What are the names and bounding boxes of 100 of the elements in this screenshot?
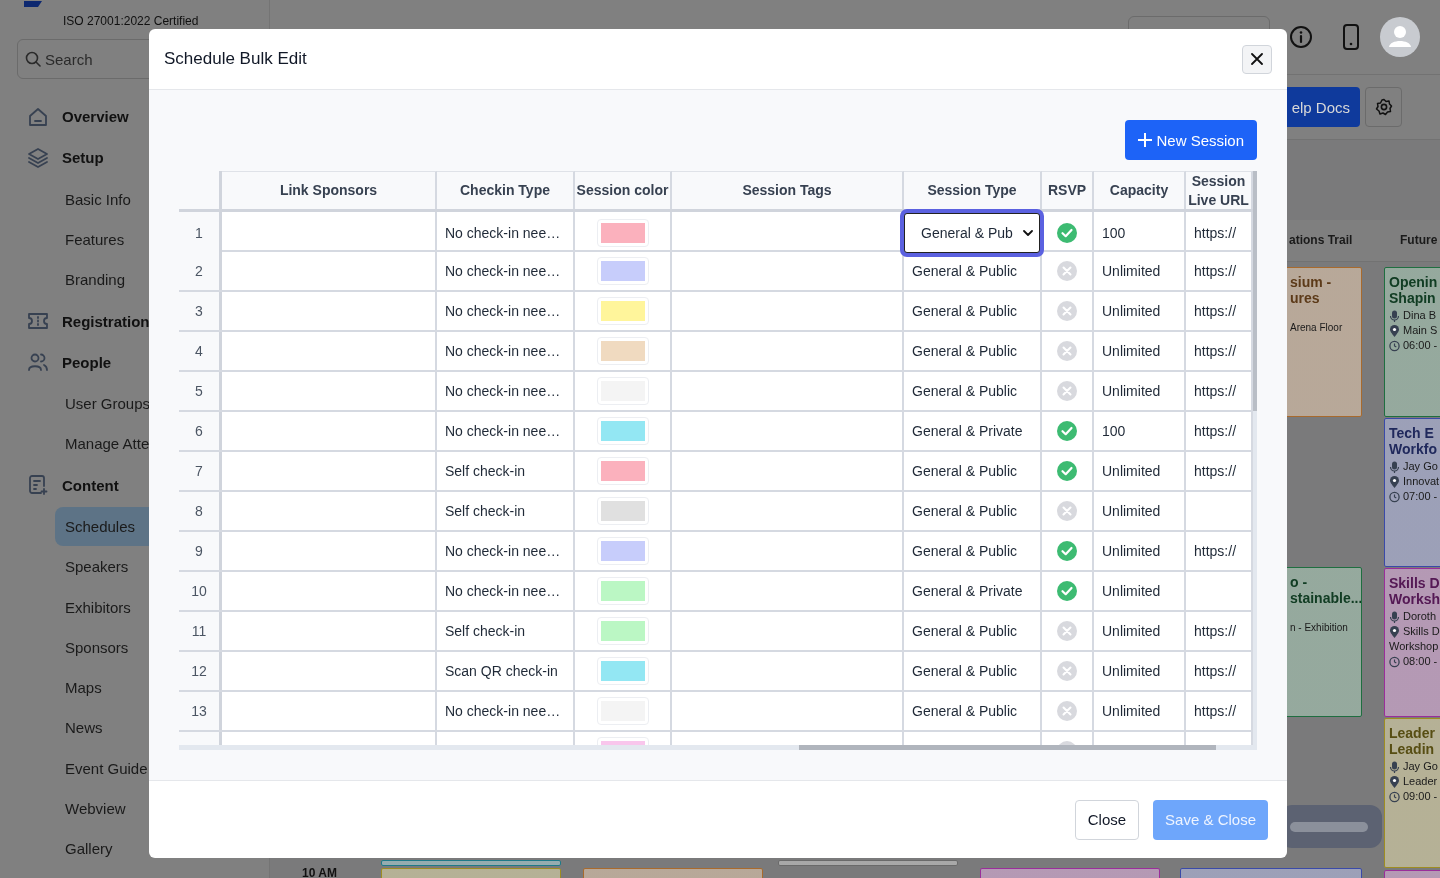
nav-item[interactable]: Setup	[17, 137, 217, 179]
event-card[interactable]: sium - ures Arena Floor	[1285, 267, 1362, 417]
certification-text: ISO 27001:2022 Certified	[63, 14, 200, 28]
event-detail: 06:00 -	[1403, 338, 1438, 353]
row-number: 7	[195, 463, 203, 479]
x-circle-icon[interactable]	[1057, 301, 1077, 321]
event-detail: Jay Go	[1403, 459, 1438, 474]
table-cell: 100	[1102, 224, 1126, 241]
table-cell: Unlimited	[1102, 583, 1161, 599]
settings-icon	[1374, 98, 1393, 116]
x-circle-icon[interactable]	[1057, 621, 1077, 641]
table-cell: Unlimited	[1102, 263, 1161, 279]
settings-button[interactable]	[1365, 87, 1402, 127]
x-circle-icon[interactable]	[1057, 701, 1077, 721]
table-cell: General & Public	[912, 663, 1018, 679]
check-circle-icon[interactable]	[1057, 461, 1077, 481]
table-cell: https://	[1194, 423, 1237, 439]
table-cell: General & Public	[912, 463, 1018, 479]
event-card[interactable]	[778, 860, 958, 866]
event-detail: Jay Go	[1403, 759, 1438, 774]
table-cell: https://	[1194, 663, 1237, 679]
event-detail: 09:00 -	[1403, 789, 1438, 804]
check-circle-icon[interactable]	[1057, 222, 1077, 243]
x-circle-icon[interactable]	[1057, 341, 1077, 361]
microphone-icon	[1389, 611, 1400, 623]
scrollbar-thumb[interactable]	[1253, 171, 1257, 411]
row-number: 8	[195, 503, 203, 519]
column-header: Checkin Type	[437, 171, 575, 209]
phone-icon[interactable]	[1342, 24, 1360, 50]
event-title: Openin Shapin	[1389, 274, 1439, 306]
event-card[interactable]	[381, 860, 561, 866]
table-cell: Unlimited	[1102, 383, 1161, 399]
location-pin-icon	[1389, 476, 1400, 488]
info-icon[interactable]	[1289, 25, 1313, 49]
plus-icon	[1138, 133, 1153, 147]
row-number: 3	[195, 303, 203, 319]
event-detail: Main S	[1403, 323, 1438, 338]
table-cell: No check-in nee…	[445, 303, 561, 319]
scrollbar-thumb[interactable]	[799, 745, 1216, 750]
location-pin-icon	[1389, 776, 1400, 788]
search-icon	[25, 51, 41, 67]
event-detail: Skills D	[1403, 624, 1440, 639]
check-circle-icon[interactable]	[1057, 541, 1077, 561]
column-header: Session Tags	[672, 171, 904, 209]
row-number: 2	[195, 263, 203, 279]
column-header: RSVP	[1042, 171, 1094, 209]
event-card[interactable]: Skills D Worksh Doroth Skills D Workshop 08:00 -	[1384, 568, 1440, 717]
row-number: 12	[191, 663, 207, 679]
column-header: ations Trail	[1289, 233, 1353, 247]
column-header: Link Sponsors	[222, 171, 437, 209]
clock-icon	[1389, 340, 1400, 352]
event-card[interactable]: o - stainable... n - Exhibition	[1285, 567, 1362, 717]
time-label: 10 AM	[302, 866, 337, 878]
document-plus-icon	[26, 473, 50, 498]
microphone-icon	[1389, 310, 1400, 322]
event-title: Leader Leadin	[1389, 725, 1436, 757]
table-cell: General & Public	[912, 503, 1018, 519]
event-title: sium - ures	[1290, 274, 1333, 306]
x-circle-icon[interactable]	[1057, 661, 1077, 681]
table-cell: https://	[1194, 383, 1237, 399]
new-session-button[interactable]: New Session	[1125, 120, 1257, 160]
event-title: Tech E Workfo	[1389, 425, 1438, 457]
close-icon	[1251, 53, 1263, 65]
table-cell: No check-in nee…	[445, 263, 561, 279]
row-number: 5	[195, 383, 203, 399]
close-button[interactable]	[1242, 44, 1272, 74]
table-cell: https://	[1194, 703, 1237, 719]
table-cell: No check-in nee…	[445, 383, 561, 399]
x-circle-icon[interactable]	[1057, 261, 1077, 281]
row-number: 1	[195, 224, 203, 241]
table-cell: Unlimited	[1102, 303, 1161, 319]
x-circle-icon[interactable]	[1057, 381, 1077, 401]
clock-icon	[1389, 791, 1400, 803]
location-pin-icon	[1389, 325, 1400, 337]
row-number: 13	[191, 703, 207, 719]
table-cell: Self check-in	[445, 503, 526, 519]
event-card[interactable]: Tech E Workfo Jay Go Innovat 07:00 -	[1384, 418, 1440, 567]
x-circle-icon[interactable]	[1057, 501, 1077, 521]
table-cell: No check-in nee…	[445, 543, 561, 559]
layers-icon	[26, 145, 50, 170]
table-cell: General & Private	[912, 423, 1023, 439]
event-card[interactable]: Openin Shapin Dina B Main S 06:00 -	[1384, 267, 1440, 417]
nav-item[interactable]: Overview	[17, 96, 217, 138]
row-number: 10	[191, 583, 207, 599]
event-detail: 08:00 -	[1403, 654, 1438, 669]
table-cell: General & Private	[912, 583, 1023, 599]
close-footer-button[interactable]: Close	[1074, 799, 1140, 840]
table-cell: Unlimited	[1102, 343, 1161, 359]
table-cell: No check-in nee…	[445, 703, 561, 719]
table-cell: Scan QR check-in	[445, 663, 558, 679]
column-header: Capacity	[1094, 171, 1186, 209]
event-detail: Arena Floor	[1290, 322, 1344, 333]
table-cell: General & Public	[912, 623, 1018, 639]
event-card[interactable]: Leader Leadin Jay Go Leader 09:00 -	[1384, 718, 1440, 868]
clock-icon	[1389, 656, 1400, 668]
check-circle-icon[interactable]	[1057, 581, 1077, 601]
table-cell: General & Public	[912, 263, 1018, 279]
table-cell: https://	[1194, 224, 1237, 241]
check-circle-icon[interactable]	[1057, 421, 1077, 441]
avatar-icon[interactable]	[1380, 17, 1420, 57]
